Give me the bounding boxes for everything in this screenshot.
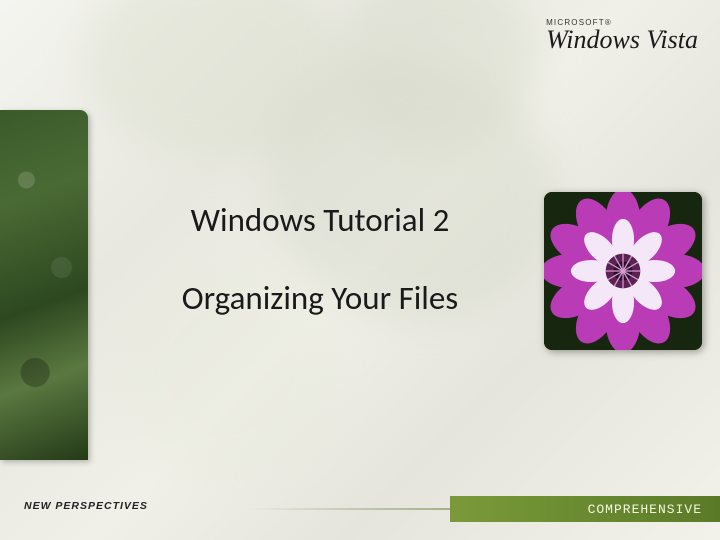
branding-block: MICROSOFT® Windows Vista [546, 18, 698, 55]
left-decorative-panel [0, 110, 88, 460]
slide-subtitle: Organizing Your Files [110, 278, 530, 318]
slide-title: Windows Tutorial 2 [110, 200, 530, 240]
series-label: NEW PERSPECTIVES [24, 500, 148, 512]
flower-thumbnail [544, 192, 702, 350]
title-block: Windows Tutorial 2 Organizing Your Files [110, 200, 530, 318]
branding-product: Windows Vista [546, 25, 698, 55]
footer-bar: COMPREHENSIVE [450, 496, 720, 522]
footer-divider [0, 508, 450, 510]
footer-level-label: COMPREHENSIVE [588, 502, 702, 517]
flower-icon [544, 192, 702, 350]
